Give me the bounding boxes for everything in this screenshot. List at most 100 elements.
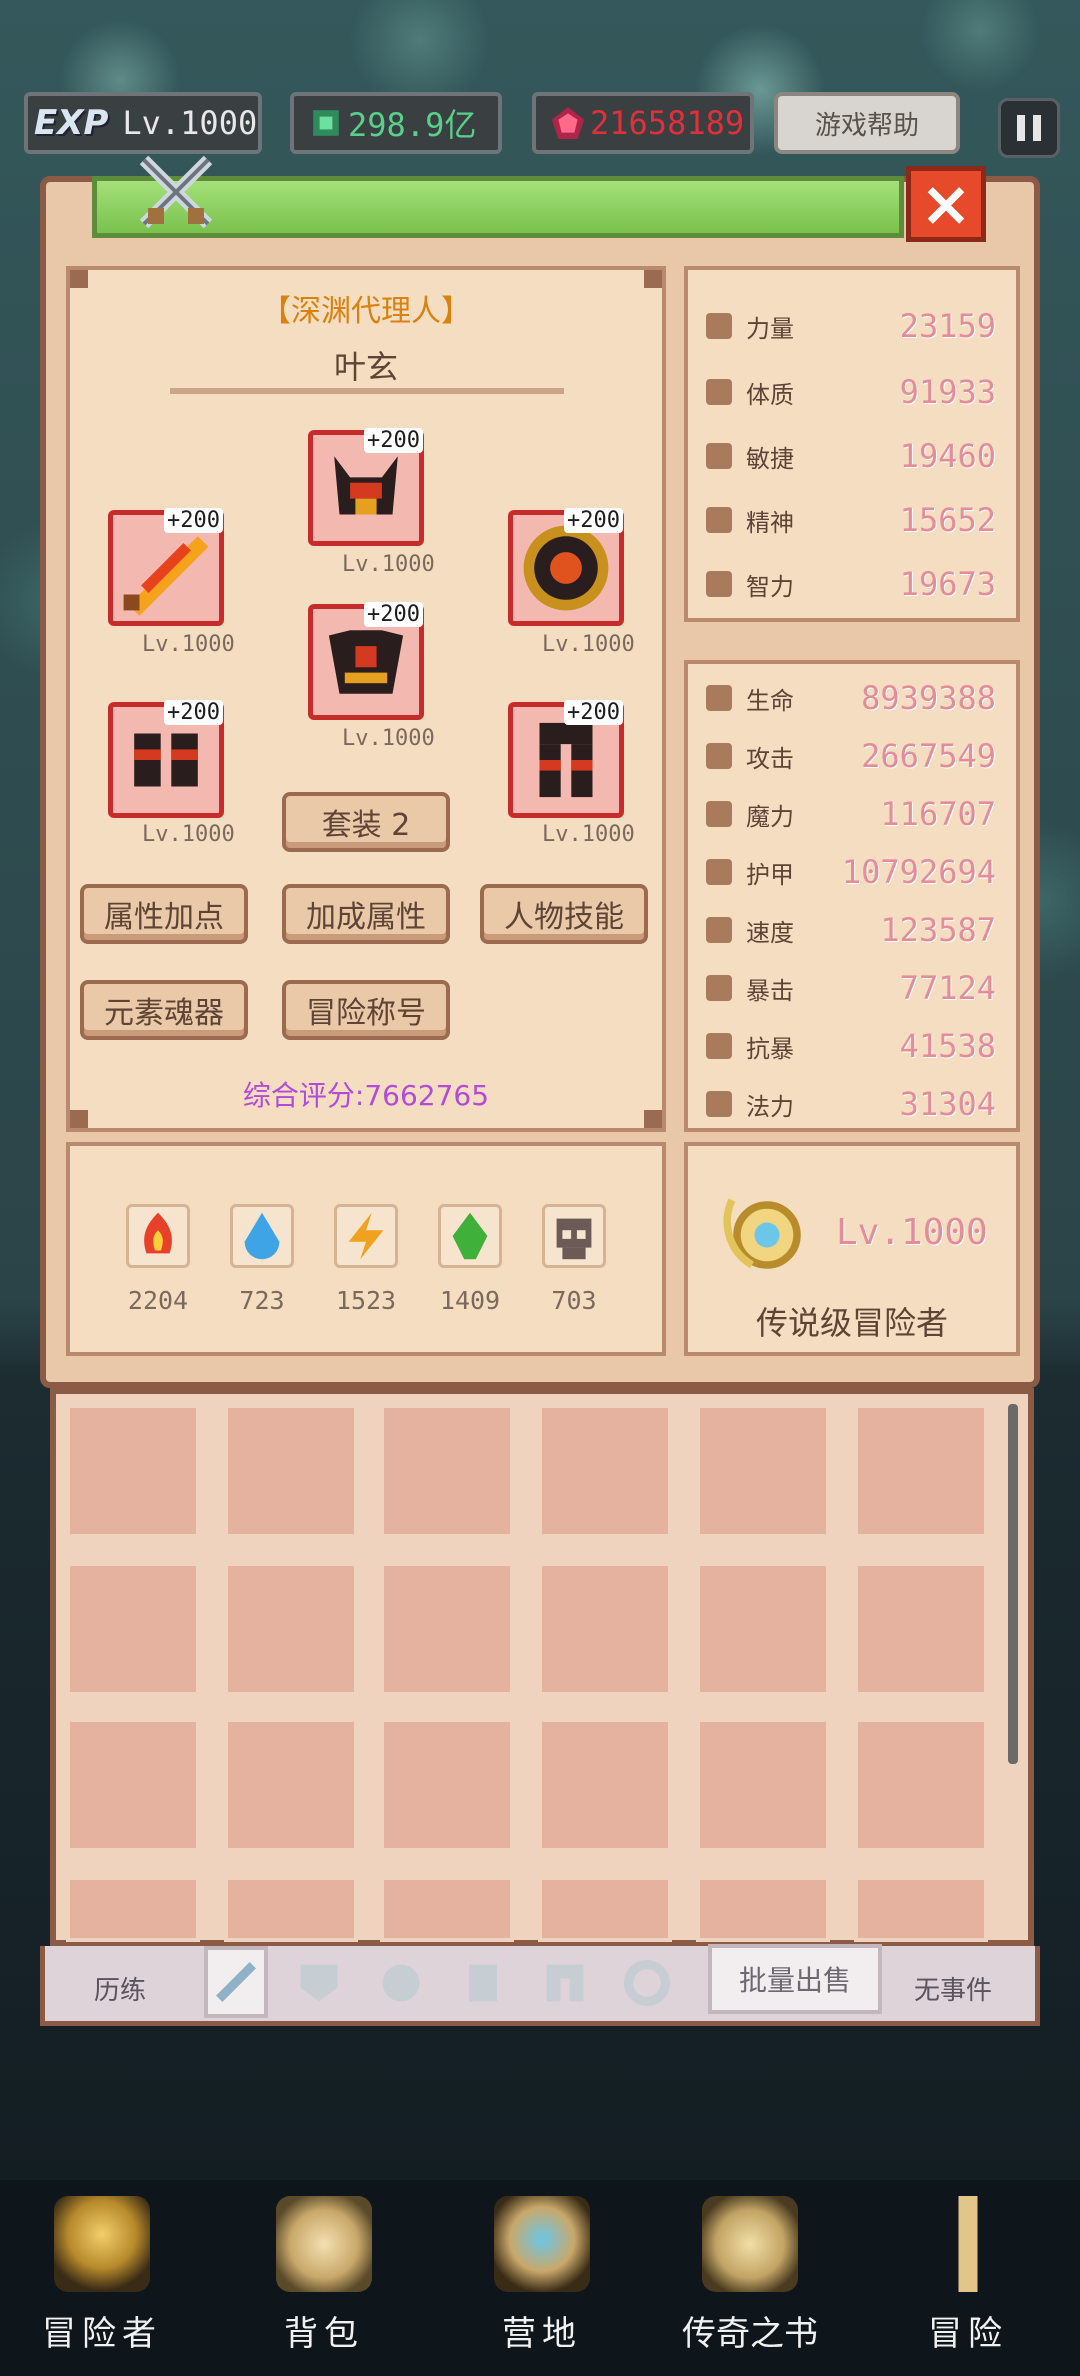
- stat-value: 116707: [880, 795, 996, 833]
- pause-button[interactable]: [998, 98, 1060, 158]
- element-soul-button[interactable]: 元素魂器: [80, 980, 248, 1040]
- water-element-icon: [230, 1204, 294, 1268]
- stat-label: 体质: [746, 380, 794, 409]
- batch-sell-button[interactable]: 批量出售: [708, 1944, 882, 2014]
- inventory-slot[interactable]: [854, 1876, 988, 1942]
- inventory-slot[interactable]: [696, 1404, 830, 1538]
- earth-element-value: 1409: [439, 1286, 501, 1315]
- stat-row-crit: 暴击 77124: [706, 966, 996, 1010]
- stat-row-armor: 护甲 10792694: [706, 850, 996, 894]
- heart-icon: [706, 379, 732, 405]
- bonus-attr-button[interactable]: 加成属性: [282, 884, 450, 944]
- player-level: Lv.1000: [122, 104, 258, 142]
- inventory-slot[interactable]: [66, 1876, 200, 1942]
- red-currency-box: 21658189: [532, 92, 754, 154]
- stat-row-intelligence: 智力 19673: [706, 562, 996, 606]
- inventory-slot[interactable]: [854, 1404, 988, 1538]
- stat-value: 123587: [880, 911, 996, 949]
- nav-camp[interactable]: 营地: [462, 2196, 622, 2355]
- skills-button[interactable]: 人物技能: [480, 884, 648, 944]
- lightning-element-value: 1523: [335, 1286, 397, 1315]
- inventory-slot[interactable]: [696, 1718, 830, 1852]
- inventory-slot[interactable]: [380, 1718, 514, 1852]
- close-button[interactable]: ×: [906, 166, 986, 242]
- adventure-title-button[interactable]: 冒险称号: [282, 980, 450, 1040]
- stat-value: 19460: [899, 437, 996, 475]
- equip-level: Lv.1000: [342, 726, 435, 751]
- stat-row-constitution: 体质 91933: [706, 370, 996, 414]
- tab-weapon[interactable]: [204, 1946, 268, 2018]
- legendary-badge-icon: [723, 1198, 801, 1269]
- nav-legend-book[interactable]: 传奇之书: [670, 2196, 830, 2355]
- stat-value: 10792694: [841, 853, 996, 891]
- green-currency-value: 298.9亿: [348, 106, 477, 144]
- tab-training[interactable]: 历练: [94, 1970, 146, 2007]
- inventory-slot[interactable]: [854, 1718, 988, 1852]
- equip-plus: +200: [164, 508, 223, 533]
- stat-label: 智力: [746, 572, 794, 601]
- inventory-scrollbar[interactable]: [1008, 1404, 1018, 1764]
- inventory-slot[interactable]: [66, 1718, 200, 1852]
- rank-title: 传说级冒险者: [755, 1304, 948, 1342]
- stat-value: 91933: [899, 373, 996, 411]
- brain-icon: [706, 571, 732, 597]
- inventory-slot[interactable]: [224, 1718, 358, 1852]
- nav-adventurer[interactable]: 冒险者: [22, 2196, 182, 2355]
- crit-icon: [706, 975, 732, 1001]
- set-button[interactable]: 套装 2: [282, 792, 450, 852]
- camp-icon: [494, 2196, 590, 2292]
- character-title: 【深渊代理人】: [261, 294, 471, 329]
- equip-plus: +200: [564, 508, 623, 533]
- inventory-slot[interactable]: [380, 1562, 514, 1696]
- armor-tab-icon[interactable]: [460, 1960, 506, 2006]
- inventory-slot[interactable]: [538, 1404, 672, 1538]
- name-divider: [170, 388, 564, 394]
- inventory-tab-bar: [40, 1946, 1040, 2026]
- shield-tab-icon[interactable]: [296, 1960, 342, 2006]
- equip-level: Lv.1000: [542, 632, 635, 657]
- inventory-slot[interactable]: [538, 1876, 672, 1942]
- accessory-tab-icon[interactable]: [624, 1960, 670, 2006]
- shield-icon: [706, 859, 732, 885]
- stat-row-mana: 法力 31304: [706, 1082, 996, 1126]
- stat-label: 速度: [746, 918, 794, 947]
- inventory-slot[interactable]: [224, 1562, 358, 1696]
- nav-label: 背包: [284, 2314, 364, 2354]
- attr-points-button[interactable]: 属性加点: [80, 884, 248, 944]
- exp-level-box: EXP Lv.1000: [24, 92, 262, 154]
- inventory-slot[interactable]: [538, 1718, 672, 1852]
- inventory-slot[interactable]: [380, 1404, 514, 1538]
- game-help-button[interactable]: 游戏帮助: [774, 92, 960, 154]
- stat-label: 护甲: [746, 860, 794, 889]
- fire-element-icon: [126, 1204, 190, 1268]
- mana-icon: [706, 1091, 732, 1117]
- equip-level: Lv.1000: [542, 822, 635, 847]
- nav-adventure[interactable]: 冒险: [888, 2196, 1048, 2355]
- stat-value: 77124: [899, 969, 996, 1007]
- nav-label: 营地: [502, 2314, 582, 2354]
- inventory-slot[interactable]: [224, 1876, 358, 1942]
- lightning-element-icon: [334, 1204, 398, 1268]
- inventory-slot[interactable]: [380, 1876, 514, 1942]
- legs-tab-icon[interactable]: [542, 1960, 588, 2006]
- stat-label: 精神: [746, 508, 794, 537]
- green-currency-box: 298.9亿: [290, 92, 502, 154]
- equip-plus: +200: [364, 602, 423, 627]
- adventure-sword-icon: [920, 2196, 1016, 2292]
- inventory-slot[interactable]: [696, 1876, 830, 1942]
- inventory-slot[interactable]: [854, 1562, 988, 1696]
- inventory-slot[interactable]: [538, 1562, 672, 1696]
- inventory-slot[interactable]: [224, 1404, 358, 1538]
- nav-label: 冒险者: [42, 2314, 162, 2354]
- tab-no-event[interactable]: 无事件: [914, 1970, 992, 2007]
- inventory-slot[interactable]: [66, 1562, 200, 1696]
- inventory-slot[interactable]: [696, 1562, 830, 1696]
- equip-plus: +200: [564, 700, 623, 725]
- stat-value: 31304: [899, 1085, 996, 1123]
- stat-value: 8939388: [861, 679, 996, 717]
- stat-row-strength: 力量 23159: [706, 304, 996, 348]
- inventory-slot[interactable]: [66, 1404, 200, 1538]
- nav-backpack[interactable]: 背包: [244, 2196, 404, 2355]
- helmet-tab-icon[interactable]: [378, 1960, 424, 2006]
- stat-label: 法力: [746, 1092, 794, 1121]
